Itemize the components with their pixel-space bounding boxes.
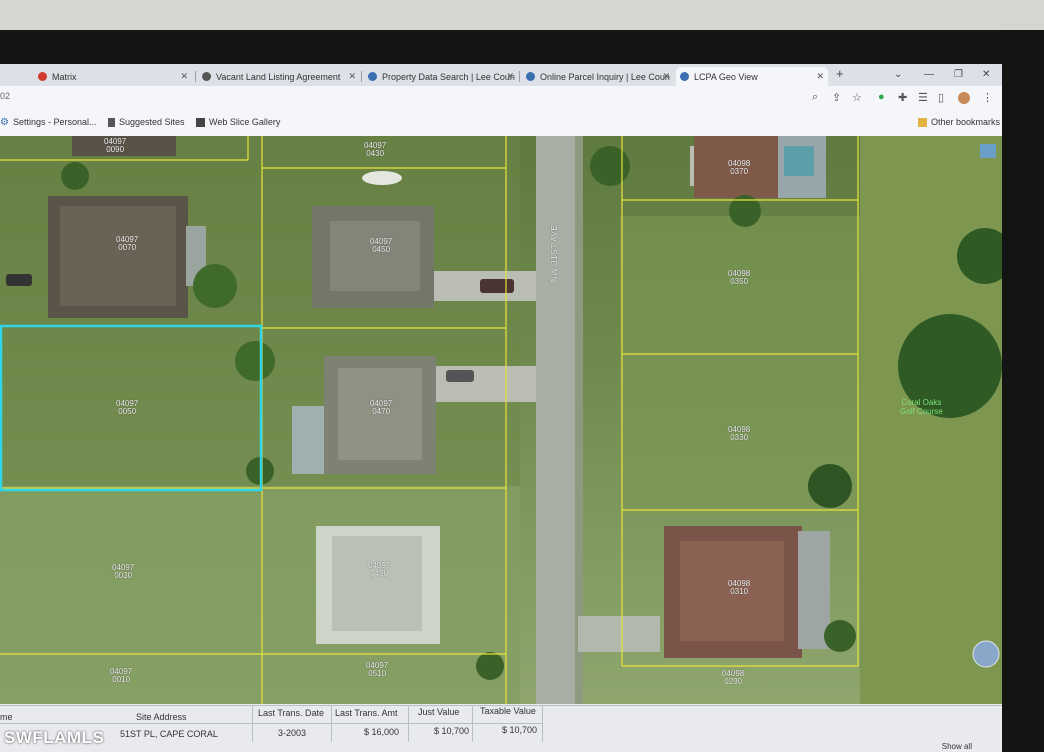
- new-tab-button[interactable]: +: [836, 66, 844, 81]
- reading-list-icon[interactable]: ☰: [918, 91, 928, 104]
- results-grid: me Site Address Last Trans. Date Last Tr…: [0, 704, 1002, 752]
- parcel-label[interactable]: 04097 0490: [368, 562, 390, 578]
- side-panel-icon[interactable]: ▯: [938, 91, 944, 104]
- bookmarks-bar: ⚙ Settings - Personal... Suggested Sites…: [0, 110, 1002, 137]
- parcel-label[interactable]: 04097 0010: [110, 668, 132, 684]
- tab-matrix[interactable]: Matrix ✕: [0, 67, 192, 86]
- parcel-label[interactable]: 04097 0510: [366, 662, 388, 678]
- avatar[interactable]: [958, 92, 970, 104]
- tab-vacant-land[interactable]: Vacant Land Listing Agreement ✕: [198, 67, 360, 86]
- tab-label: Vacant Land Listing Agreement: [216, 71, 341, 82]
- cell-last-trans-date: 3-2003: [278, 728, 307, 738]
- cell-last-trans-amt: $ 16,000: [364, 727, 400, 737]
- tab-label: Matrix: [52, 71, 77, 82]
- gear-icon: ⚙: [0, 116, 9, 128]
- header-just-value[interactable]: Just Value: [418, 707, 459, 717]
- star-icon[interactable]: ☆: [852, 91, 862, 104]
- tab-label: Property Data Search | Lee Coun: [382, 71, 515, 82]
- browser-window: Matrix ✕ Vacant Land Listing Agreement ✕…: [0, 64, 1002, 752]
- parcel-label[interactable]: 04097 0030: [112, 564, 134, 580]
- share-icon[interactable]: ⇪: [832, 91, 841, 104]
- minimize-icon[interactable]: —: [924, 69, 934, 80]
- parcel-map[interactable]: NW 31ST AVE 04097 0090 04097 0430 04098 037…: [0, 136, 1002, 704]
- cell-site-address: 51ST PL, CAPE CORAL: [120, 729, 218, 739]
- web-slice-icon: [196, 117, 205, 127]
- menu-kebab-icon[interactable]: ⋮: [982, 91, 993, 104]
- mls-watermark: SWFLAMLS: [4, 728, 105, 747]
- tab-search-chevron-icon[interactable]: ⌄: [894, 69, 902, 80]
- monitor-bezel-top: [0, 30, 1044, 66]
- other-bookmarks[interactable]: Other bookmarks: [918, 117, 1000, 127]
- parcel-label[interactable]: 04097 0470: [370, 400, 392, 416]
- lee-county-favicon-icon: [680, 72, 689, 81]
- address-bar-fragment[interactable]: 02: [0, 91, 10, 101]
- header-site-address[interactable]: Site Address: [136, 712, 187, 722]
- parcel-label[interactable]: 04098 0310: [728, 580, 750, 596]
- selected-parcel-label[interactable]: 04097 0050: [116, 400, 138, 416]
- close-icon[interactable]: ✕: [506, 71, 514, 82]
- tab-strip: Matrix ✕ Vacant Land Listing Agreement ✕…: [0, 64, 1002, 86]
- lee-county-favicon-icon: [368, 72, 377, 81]
- parcel-label[interactable]: 04097 0450: [370, 238, 392, 254]
- tab-label: LCPA Geo View: [694, 71, 758, 82]
- monitor-bezel-right: [1000, 30, 1044, 752]
- window-close-icon[interactable]: ✕: [982, 69, 990, 80]
- header-last-trans-amt[interactable]: Last Trans. Amt: [335, 708, 398, 718]
- lee-county-favicon-icon: [526, 72, 535, 81]
- parcel-label[interactable]: 04098 0350: [728, 270, 750, 286]
- parcel-label[interactable]: 04097 0430: [364, 142, 386, 158]
- tab-label: Online Parcel Inquiry | Lee Coun: [540, 71, 670, 82]
- bookmark-settings[interactable]: ⚙ Settings - Personal...: [0, 117, 97, 127]
- bookmark-web-slice-gallery[interactable]: Web Slice Gallery: [196, 117, 280, 127]
- parcel-label[interactable]: 04097 0070: [116, 236, 138, 252]
- toolbar: 02 ⌕ ⇪ ☆ ● ✚ ☰ ▯ ⋮: [0, 86, 1002, 110]
- bookmark-suggested-sites[interactable]: Suggested Sites: [108, 117, 185, 127]
- header-taxable-value[interactable]: Taxable Value: [480, 706, 536, 716]
- tab-lcpa-geo-view[interactable]: LCPA Geo View ✕: [676, 67, 828, 86]
- close-icon[interactable]: ✕: [816, 71, 824, 82]
- bookmark-icon: [108, 117, 115, 127]
- folder-icon: [918, 117, 927, 127]
- parcel-label[interactable]: 04097 0090: [104, 138, 126, 154]
- golf-course-label: Coral Oaks Golf Course: [900, 398, 943, 416]
- extensions-icon[interactable]: ✚: [898, 91, 907, 104]
- street-label: NW 31ST AVE: [550, 224, 559, 282]
- close-icon[interactable]: ✕: [180, 71, 188, 82]
- map-imagery: [0, 136, 1002, 704]
- wall-background: [0, 0, 1044, 30]
- tab-property-data-search[interactable]: Property Data Search | Lee Coun ✕: [364, 67, 518, 86]
- zoom-icon[interactable]: ⌕: [812, 91, 818, 104]
- grammarly-icon[interactable]: ●: [878, 91, 885, 103]
- header-col0: me: [0, 712, 13, 722]
- cell-taxable-value: $ 10,700: [502, 725, 538, 735]
- restore-icon[interactable]: ❐: [954, 69, 963, 80]
- show-all-link[interactable]: Show all: [942, 742, 972, 751]
- tab-online-parcel-inquiry[interactable]: Online Parcel Inquiry | Lee Coun ✕: [522, 67, 674, 86]
- matrix-favicon-icon: [38, 72, 47, 81]
- parcel-label[interactable]: 04098 0290: [722, 670, 744, 686]
- cell-just-value: $ 10,700: [434, 726, 470, 736]
- parcel-label[interactable]: 04098 0370: [728, 160, 750, 176]
- parcel-label[interactable]: 04098 0330: [728, 426, 750, 442]
- header-last-trans-date[interactable]: Last Trans. Date: [258, 708, 324, 718]
- close-icon[interactable]: ✕: [662, 71, 670, 82]
- close-icon[interactable]: ✕: [348, 71, 356, 82]
- globe-icon: [202, 72, 211, 81]
